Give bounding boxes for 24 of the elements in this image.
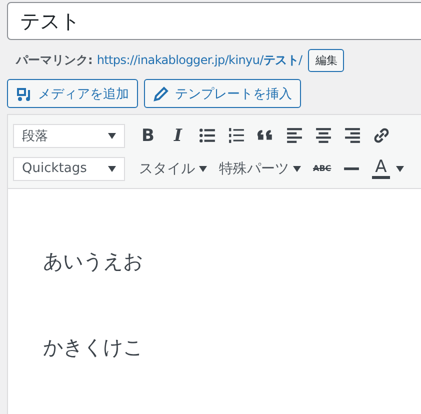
align-left-icon[interactable] (286, 127, 303, 144)
italic-button[interactable]: I (169, 126, 187, 146)
insert-template-button[interactable]: テンプレートを挿入 (144, 79, 301, 108)
dropdown-menu[interactable]: 特殊パーツ (219, 160, 301, 178)
add-media-button[interactable]: メディアを追加 (7, 79, 138, 108)
permalink-link[interactable]: https://inakablogger.jp/kinyu/テスト/ (96, 52, 302, 68)
format-select[interactable]: Quicktags (13, 156, 125, 180)
paragraph: かきくけこ (43, 334, 144, 361)
pencil-icon (153, 86, 169, 102)
media-icon (16, 86, 32, 102)
edit-button[interactable]: 編集 (308, 48, 344, 72)
strikethrough-button[interactable]: ABC (313, 164, 332, 173)
permalink-label: パーマリンク: (16, 52, 93, 68)
bold-button[interactable]: B (139, 126, 157, 146)
bullet-list-icon[interactable] (199, 127, 216, 144)
title-field[interactable]: テスト (7, 2, 421, 40)
align-right-icon[interactable] (344, 127, 361, 144)
align-center-icon[interactable] (315, 127, 332, 144)
format-select[interactable]: 段落 (13, 124, 125, 148)
numbered-list-icon[interactable] (228, 127, 245, 144)
dropdown-menu[interactable]: スタイル (139, 160, 207, 178)
text-color-button[interactable]: A (372, 158, 390, 179)
link-icon[interactable] (373, 127, 390, 144)
paragraph: あいうえお (43, 248, 144, 275)
